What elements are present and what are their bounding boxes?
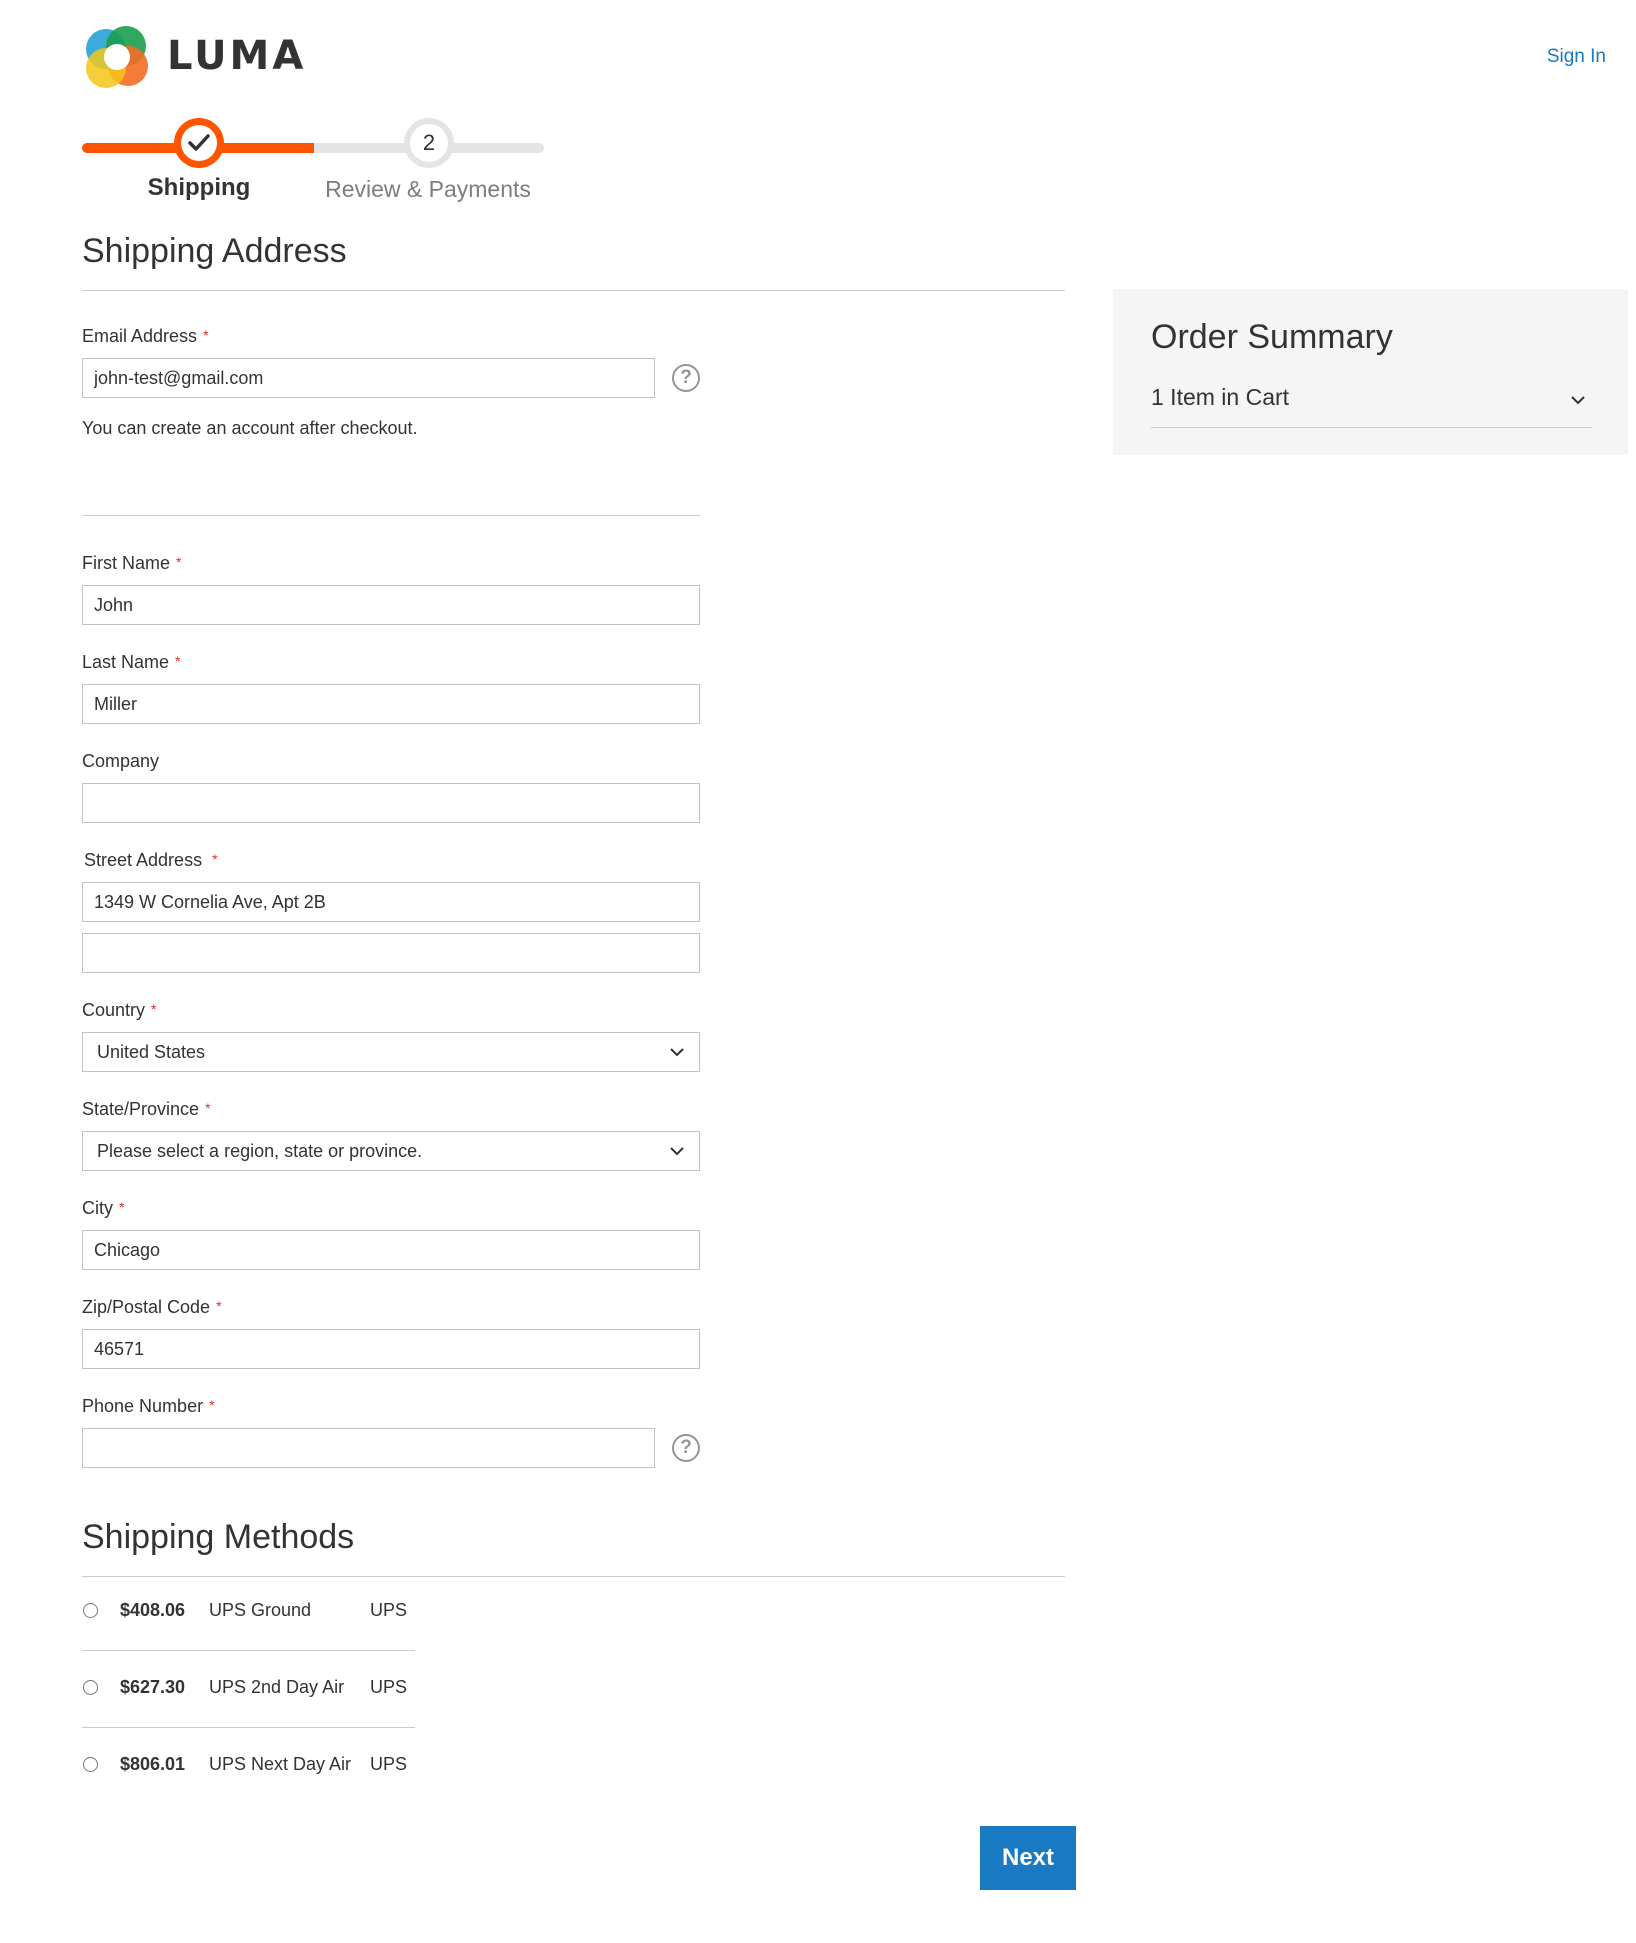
account-note: You can create an account after checkout… [82,418,418,438]
logo-wordmark[interactable]: LUMA [167,30,306,82]
zip-label: Zip/Postal Code * [82,1297,222,1317]
luma-logo-icon[interactable] [82,24,154,90]
shipping-price: $408.06 [120,1600,186,1620]
phone-help-icon[interactable]: ? [672,1434,700,1462]
shipping-method-name: UPS 2nd Day Air [209,1677,345,1697]
company-label: Company [82,751,160,771]
checkmark-icon [188,134,210,151]
country-select[interactable]: United States [82,1032,700,1072]
step-shipping-marker [174,118,224,168]
chevron-down-icon[interactable] [1568,390,1588,410]
street-line-2-input[interactable] [82,933,700,973]
last-name-input[interactable] [82,684,700,724]
shipping-method-name: UPS Next Day Air [209,1754,352,1774]
cart-count-toggle[interactable]: 1 Item in Cart [1151,384,1289,411]
zip-input[interactable] [82,1329,700,1369]
shipping-methods-title: Shipping Methods [82,1518,355,1556]
shipping-method-name: UPS Ground [209,1600,312,1620]
state-select[interactable]: Please select a region, state or provinc… [82,1131,700,1171]
phone-label: Phone Number * [82,1396,215,1416]
last-name-label: Last Name * [82,652,181,672]
email-help-icon[interactable]: ? [672,364,700,392]
step-review-label[interactable]: Review & Payments [318,176,538,203]
shipping-carrier: UPS [370,1600,408,1620]
state-selected-value: Please select a region, state or provinc… [97,1140,423,1161]
state-label: State/Province * [82,1099,211,1119]
first-name-label: First Name * [82,553,182,573]
form-divider [82,515,700,516]
street-line-1-input[interactable] [82,882,700,922]
city-label: City * [82,1198,125,1218]
section-divider [82,1576,1065,1577]
email-input[interactable] [82,358,655,398]
order-summary-title: Order Summary [1151,318,1393,356]
country-label: Country * [82,1000,157,1020]
chevron-down-icon [670,1048,684,1057]
order-summary-panel [1113,289,1628,455]
shipping-price: $627.30 [120,1677,186,1697]
shipping-carrier: UPS [370,1677,408,1697]
phone-input[interactable] [82,1428,655,1468]
chevron-down-icon [670,1147,684,1156]
email-label: Email Address * [82,326,209,346]
shipping-method-radio[interactable] [83,1680,98,1695]
first-name-input[interactable] [82,585,700,625]
street-label: Street Address * [84,850,218,870]
city-input[interactable] [82,1230,700,1270]
shipping-method-radio[interactable] [83,1757,98,1772]
section-divider [82,290,1065,291]
shipping-carrier: UPS [370,1754,408,1774]
company-input[interactable] [82,783,700,823]
next-button[interactable]: Next [980,1826,1076,1890]
shipping-method-radio[interactable] [83,1603,98,1618]
summary-divider [1151,427,1592,428]
step-review-marker[interactable]: 2 [404,118,454,168]
method-divider [82,1650,415,1651]
step-number: 2 [410,124,448,162]
country-selected-value: United States [97,1041,206,1062]
sign-in-link[interactable]: Sign In [1547,46,1606,68]
shipping-address-title: Shipping Address [82,232,347,270]
shipping-price: $806.01 [120,1754,186,1774]
step-shipping-label: Shipping [147,174,251,201]
method-divider [82,1727,415,1728]
